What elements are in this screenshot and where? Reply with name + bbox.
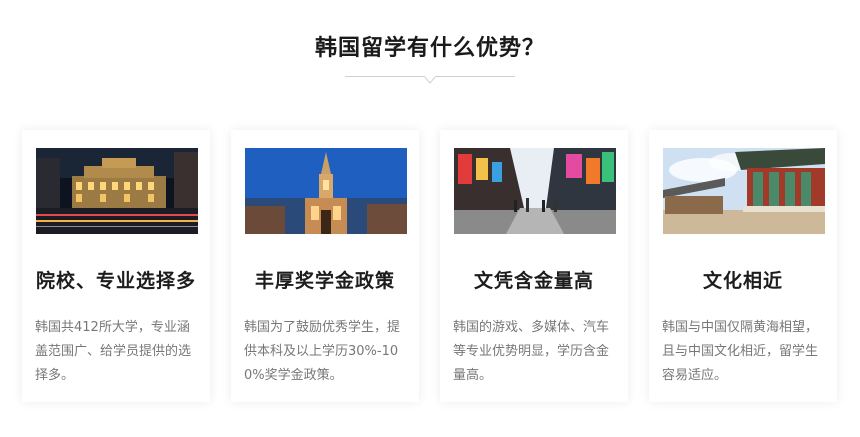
card-description: 韩国与中国仅隔黄海相望，且与中国文化相近，留学生容易适应。 (662, 320, 819, 383)
card-description: 韩国共412所大学，专业涵盖范围广、给学员提供的选择多。 (35, 320, 192, 383)
advantage-card[interactable]: 文化相近 韩国与中国仅隔黄海相望，且与中国文化相近，留学生容易适应。 (649, 130, 837, 402)
card-title: 院校、专业选择多 (35, 270, 196, 292)
card-title: 丰厚奖学金政策 (254, 270, 395, 292)
advantages-section: 韩国留学有什么优势？ 院校、专业选择多 韩国共412所大学，专业涵盖范围广、给学… (0, 0, 860, 437)
advantage-card[interactable]: 院校、专业选择多 韩国共412所大学，专业涵盖范围广、给学员提供的选择多。 (22, 130, 210, 402)
advantage-cards: 院校、专业选择多 韩国共412所大学，专业涵盖范围广、给学员提供的选择多。 丰厚… (22, 130, 842, 405)
card-description: 韩国的游戏、多媒体、汽车等专业优势明显，学历含金量高。 (453, 320, 610, 383)
card-title: 文化相近 (702, 270, 783, 292)
shopping-street-photo (454, 148, 616, 234)
city-night-building-photo (36, 148, 198, 234)
section-title: 韩国留学有什么优势？ (314, 36, 545, 61)
advantage-card[interactable]: 文凭含金量高 韩国的游戏、多媒体、汽车等专业优势明显，学历含金量高。 (440, 130, 628, 402)
divider-caret-icon (424, 76, 436, 84)
palace-photo (663, 148, 825, 234)
cathedral-photo (245, 148, 407, 234)
advantage-card[interactable]: 丰厚奖学金政策 韩国为了鼓励优秀学生，提供本科及以上学历30%-100%奖学金政… (231, 130, 419, 402)
card-description: 韩国为了鼓励优秀学生，提供本科及以上学历30%-100%奖学金政策。 (244, 320, 401, 383)
card-title: 文凭含金量高 (473, 270, 594, 292)
